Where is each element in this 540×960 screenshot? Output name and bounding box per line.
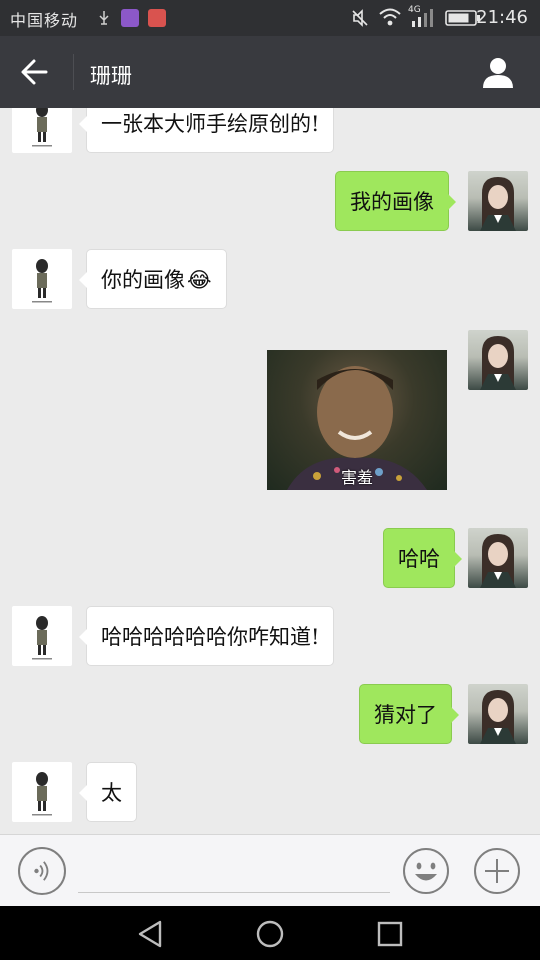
message-text: 我的画像 <box>350 190 434 214</box>
contact-avatar[interactable] <box>12 108 72 153</box>
my-avatar[interactable] <box>468 528 528 588</box>
message-text: 哈哈 <box>398 547 440 571</box>
message-bubble-sent[interactable]: 我的画像 <box>335 171 456 231</box>
voice-icon[interactable] <box>18 847 66 895</box>
message-bubble-sent[interactable]: 哈哈 <box>383 528 462 588</box>
status-bar: 中国移动 4G 21:46 <box>0 0 540 36</box>
gallery-app-icon <box>121 9 139 27</box>
contact-avatar[interactable] <box>12 762 72 822</box>
wifi-icon <box>379 8 401 26</box>
back-arrow-icon[interactable] <box>14 54 58 90</box>
girl-portrait-icon <box>480 534 516 588</box>
message-bubble-sent[interactable]: 猜对了 <box>359 684 459 744</box>
sticker-image[interactable]: 害羞 <box>267 350 447 490</box>
message-text: 哈哈哈哈哈哈你咋知道! <box>101 625 320 649</box>
girl-portrait-icon <box>480 177 516 231</box>
message-bubble-received[interactable]: 哈哈哈哈哈哈你咋知道! <box>78 606 335 666</box>
plus-icon[interactable] <box>473 847 521 895</box>
message-text: 太 <box>101 781 122 805</box>
usb-icon <box>99 11 109 25</box>
cartoon-figure-icon <box>32 772 52 816</box>
my-avatar[interactable] <box>468 171 528 231</box>
message-bubble-received[interactable]: 一张本大师手绘原创的! <box>78 108 335 153</box>
contact-avatar[interactable] <box>12 606 72 666</box>
input-bar <box>0 834 540 906</box>
my-avatar[interactable] <box>468 330 528 390</box>
header-divider <box>73 54 74 90</box>
sticker-caption: 害羞 <box>340 468 373 487</box>
recent-square-icon[interactable] <box>374 918 406 950</box>
clock: 21:46 <box>476 7 528 28</box>
contact-avatar[interactable] <box>12 249 72 309</box>
message-bubble-received[interactable]: 太 <box>79 762 137 822</box>
cartoon-figure-icon <box>32 616 52 660</box>
notification-app-icon <box>148 9 166 27</box>
chat-header: 珊珊 <box>0 36 540 108</box>
person-icon[interactable] <box>480 54 516 90</box>
cartoon-figure-icon <box>32 259 52 303</box>
emoji-icon[interactable] <box>402 847 450 895</box>
message-input[interactable] <box>78 849 390 893</box>
girl-portrait-icon <box>480 336 516 390</box>
mute-icon <box>352 9 368 27</box>
message-bubble-received[interactable]: 你的画像😂 <box>79 249 227 309</box>
message-text: 你的画像 <box>101 268 185 292</box>
cartoon-figure-icon <box>32 108 52 147</box>
back-triangle-icon[interactable] <box>134 918 166 950</box>
signal-icon <box>412 9 433 27</box>
message-text: 猜对了 <box>374 703 437 727</box>
girl-portrait-icon <box>480 690 516 744</box>
my-avatar[interactable] <box>468 684 528 744</box>
message-text: 一张本大师手绘原创的! <box>101 112 320 136</box>
home-circle-icon[interactable] <box>254 918 286 950</box>
carrier-label: 中国移动 <box>10 11 79 30</box>
message-list[interactable]: 一张本大师手绘原创的! 我的画像 你的画像😂 害羞 哈哈 哈哈哈哈哈哈你咋知道!… <box>0 108 540 834</box>
system-nav-bar <box>0 906 540 960</box>
tears-of-joy-emoji-icon: 😂 <box>187 268 212 292</box>
chat-title: 珊珊 <box>90 64 132 88</box>
